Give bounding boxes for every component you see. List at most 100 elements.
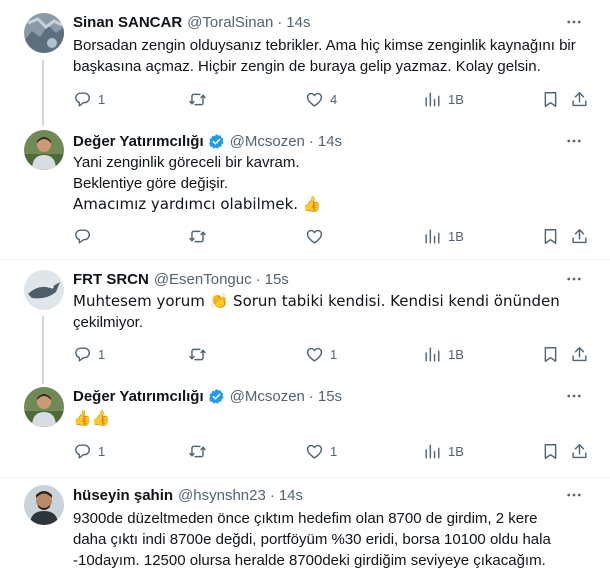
bookmark-button[interactable] (541, 343, 560, 365)
more-icon[interactable] (564, 386, 584, 406)
more-icon[interactable] (564, 12, 584, 32)
share-button[interactable] (570, 88, 589, 110)
like-button[interactable]: 1 (305, 343, 337, 365)
user-handle[interactable]: @hsynshn23 (178, 487, 266, 504)
display-name[interactable]: Sinan SANCAR (73, 14, 182, 31)
display-name[interactable]: FRT SRCN (73, 271, 149, 288)
views-button[interactable]: 1B (423, 440, 464, 462)
separator-dot: · (308, 387, 314, 405)
tweet[interactable]: hüseyin şahin @hsynshn23 · 14s 9300de dü… (0, 478, 610, 578)
bookmark-icon (541, 90, 560, 109)
reply-icon (73, 90, 92, 109)
retweet-icon (188, 442, 207, 461)
view-count: 1B (448, 228, 464, 244)
reply-button[interactable] (73, 225, 92, 247)
tweet-header: Değer Yatırımcılığı @Mcsozen · 15s (73, 385, 342, 407)
like-button[interactable]: 1 (305, 440, 337, 462)
tweet-text: 👍👍 (73, 408, 593, 429)
view-count: 1B (448, 346, 464, 362)
reply-button[interactable]: 1 (73, 440, 105, 462)
timestamp[interactable]: 14s (318, 133, 342, 150)
views-button[interactable]: 1B (423, 225, 464, 247)
tweet-actions: 1 1 1B (73, 343, 593, 365)
retweet-button[interactable] (188, 440, 207, 462)
display-name[interactable]: Değer Yatırımcılığı (73, 133, 204, 150)
display-name[interactable]: hüseyin şahin (73, 487, 173, 504)
retweet-icon (188, 345, 207, 364)
separator-dot: · (308, 132, 314, 150)
retweet-button[interactable] (188, 225, 207, 247)
view-count: 1B (448, 443, 464, 459)
more-icon[interactable] (564, 131, 584, 151)
more-icon[interactable] (564, 485, 584, 505)
views-icon (423, 442, 442, 461)
tweet[interactable]: Değer Yatırımcılığı @Mcsozen · 14s Yani … (0, 126, 610, 259)
timestamp[interactable]: 15s (318, 388, 342, 405)
avatar[interactable] (24, 270, 64, 310)
tweet-actions: 1 1 1B (73, 440, 593, 462)
avatar[interactable] (24, 130, 64, 170)
tweet-text-line: Muhtesem yorum 👏 Sorun tabiki kendisi. K… (73, 292, 560, 310)
like-button[interactable] (305, 225, 324, 247)
user-handle[interactable]: @EsenTonguc (154, 271, 252, 288)
tweet-text: Borsadan zengin olduysanız tebrikler. Am… (73, 35, 593, 77)
timestamp[interactable]: 14s (286, 14, 310, 31)
tweet-actions: 1 4 1B (73, 88, 593, 110)
user-handle[interactable]: @Mcsozen (230, 388, 305, 405)
user-handle[interactable]: @Mcsozen (230, 133, 305, 150)
display-name[interactable]: Değer Yatırımcılığı (73, 388, 204, 405)
reply-count: 1 (98, 91, 106, 107)
tweet-text-line: 👍👍 (73, 409, 111, 427)
tweet-text-line: başkasına açmaz. Hiçbir zengin de buraya… (73, 58, 541, 75)
view-count: 1B (448, 91, 464, 107)
avatar[interactable] (24, 13, 64, 53)
more-icon[interactable] (564, 269, 584, 289)
tweet-actions: 1B (73, 225, 593, 247)
separator-dot: · (277, 13, 283, 31)
like-count: 1 (330, 346, 338, 362)
retweet-button[interactable] (188, 88, 207, 110)
reply-button[interactable]: 1 (73, 343, 105, 365)
bookmark-button[interactable] (541, 88, 560, 110)
reply-button[interactable]: 1 (73, 88, 105, 110)
share-button[interactable] (570, 225, 589, 247)
tweet[interactable]: Değer Yatırımcılığı @Mcsozen · 15s 👍👍 1 … (0, 384, 610, 477)
share-icon (570, 442, 589, 461)
retweet-button[interactable] (188, 343, 207, 365)
tweet[interactable]: FRT SRCN @EsenTonguc · 15s Muhtesem yoru… (0, 260, 610, 384)
views-button[interactable]: 1B (423, 88, 464, 110)
avatar[interactable] (24, 387, 64, 427)
bookmark-button[interactable] (541, 440, 560, 462)
timestamp[interactable]: 14s (279, 487, 303, 504)
bookmark-button[interactable] (541, 225, 560, 247)
views-icon (423, 227, 442, 246)
user-handle[interactable]: @ToralSinan (187, 14, 273, 31)
separator-dot: · (269, 486, 275, 504)
timestamp[interactable]: 15s (265, 271, 289, 288)
share-icon (570, 90, 589, 109)
share-button[interactable] (570, 343, 589, 365)
separator-dot: · (255, 270, 261, 288)
tweet-text: Muhtesem yorum 👏 Sorun tabiki kendisi. K… (73, 291, 593, 333)
tweet-header: FRT SRCN @EsenTonguc · 15s (73, 268, 289, 290)
tweet-text: 9300de düzeltmeden önce çıktım hedefim o… (73, 508, 593, 571)
verified-badge-icon[interactable] (208, 388, 225, 405)
like-icon (305, 227, 324, 246)
bookmark-icon (541, 345, 560, 364)
verified-badge-icon[interactable] (208, 133, 225, 150)
tweet-text-line: 9300de düzeltmeden önce çıktım hedefim o… (73, 510, 538, 527)
tweet[interactable]: Sinan SANCAR @ToralSinan · 14s Borsadan … (0, 0, 610, 126)
tweet-text-line: çekilmiyor. (73, 314, 144, 331)
avatar[interactable] (24, 485, 64, 525)
tweet-header: hüseyin şahin @hsynshn23 · 14s (73, 484, 303, 506)
views-icon (423, 90, 442, 109)
share-button[interactable] (570, 440, 589, 462)
tweet-text-line: daha çıktı indi 8700e değdi, portföyüm %… (73, 531, 551, 548)
tweet-text-line: Amacımız yardımcı olabilmek. 👍 (73, 195, 322, 213)
like-button[interactable]: 4 (305, 88, 337, 110)
bookmark-icon (541, 227, 560, 246)
like-count: 4 (330, 91, 338, 107)
tweet-text-line: Beklentiye göre değişir. (73, 175, 229, 192)
views-button[interactable]: 1B (423, 343, 464, 365)
reply-icon (73, 227, 92, 246)
